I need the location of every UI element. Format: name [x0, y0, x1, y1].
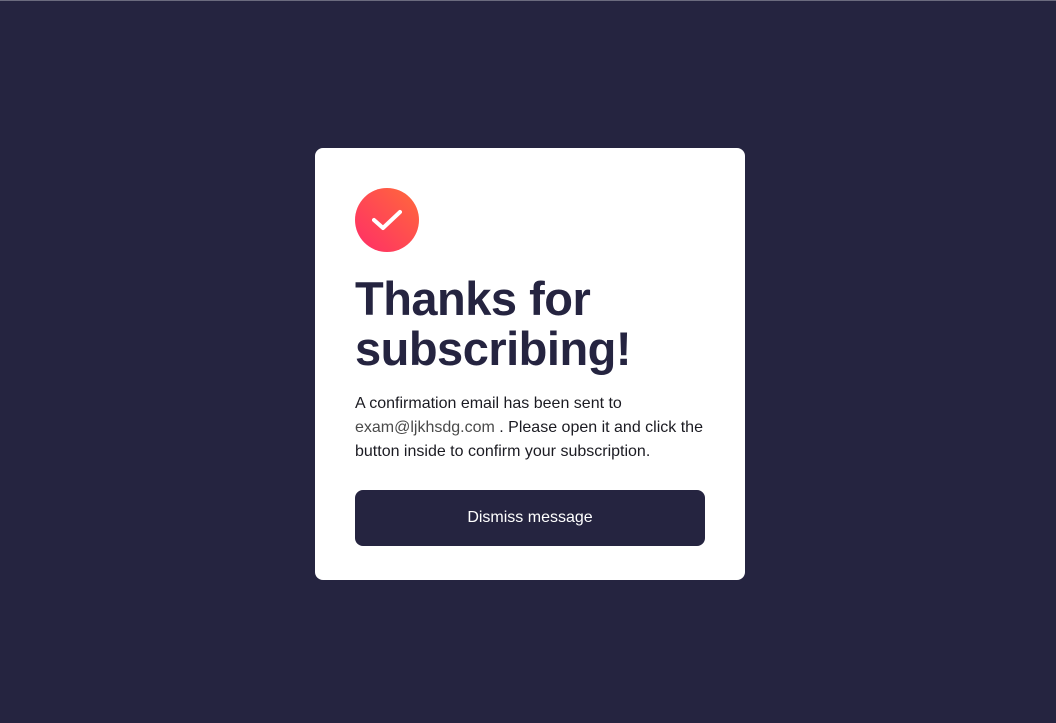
modal-title: Thanks for subscribing!	[355, 272, 632, 375]
success-badge	[355, 188, 419, 252]
confirmation-message: A confirmation email has been sent to ex…	[355, 392, 705, 464]
window-top-border	[0, 0, 1056, 1]
email-address: exam@ljkhsdg.com	[355, 419, 495, 436]
message-text-start: A confirmation email has been sent to	[355, 395, 622, 412]
success-modal: Thanks for subscribing! A confirmation e…	[315, 148, 745, 580]
dismiss-button[interactable]: Dismiss message	[355, 490, 705, 546]
check-icon	[372, 210, 402, 230]
